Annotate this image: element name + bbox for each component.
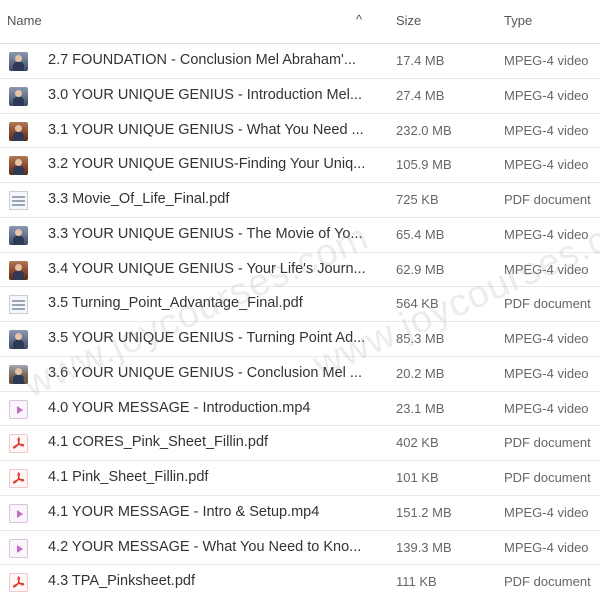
type-column-header[interactable]: Type bbox=[504, 13, 532, 28]
video-thumbnail-icon bbox=[9, 225, 28, 245]
file-row[interactable]: 4.2 YOUR MESSAGE - What You Need to Kno.… bbox=[0, 531, 600, 566]
video-file-icon bbox=[9, 538, 28, 558]
file-name[interactable]: 2.7 FOUNDATION - Conclusion Mel Abraham'… bbox=[48, 52, 378, 68]
file-name[interactable]: 3.0 YOUR UNIQUE GENIUS - Introduction Me… bbox=[48, 87, 378, 103]
file-type: PDF document bbox=[504, 574, 591, 590]
file-size: 232.0 MB bbox=[396, 122, 452, 138]
file-type: MPEG-4 video bbox=[504, 122, 589, 138]
file-row[interactable]: 2.7 FOUNDATION - Conclusion Mel Abraham'… bbox=[0, 44, 600, 79]
video-file-icon bbox=[9, 399, 28, 419]
file-name[interactable]: 4.2 YOUR MESSAGE - What You Need to Kno.… bbox=[48, 539, 378, 555]
file-size: 105.9 MB bbox=[396, 157, 452, 173]
column-header-bar: Name ^ Size Type bbox=[0, 0, 600, 44]
file-name[interactable]: 3.3 YOUR UNIQUE GENIUS - The Movie of Yo… bbox=[48, 226, 378, 242]
sort-ascending-icon[interactable]: ^ bbox=[356, 12, 362, 27]
file-size: 65.4 MB bbox=[396, 226, 445, 242]
file-name[interactable]: 3.4 YOUR UNIQUE GENIUS - Your Life's Jou… bbox=[48, 261, 378, 277]
video-thumbnail-icon bbox=[9, 121, 28, 141]
pdf-file-icon bbox=[9, 434, 28, 454]
file-type: MPEG-4 video bbox=[504, 539, 589, 555]
file-size: 23.1 MB bbox=[396, 400, 445, 416]
file-type: PDF document bbox=[504, 192, 591, 207]
video-thumbnail-icon bbox=[9, 330, 28, 349]
file-type: MPEG-4 video bbox=[504, 504, 589, 520]
file-name[interactable]: 4.1 CORES_Pink_Sheet_Fillin.pdf bbox=[48, 434, 378, 450]
file-name[interactable]: 3.5 YOUR UNIQUE GENIUS - Turning Point A… bbox=[48, 330, 378, 346]
file-size: 139.3 MB bbox=[396, 539, 452, 555]
file-row[interactable]: 4.1 CORES_Pink_Sheet_Fillin.pdf 402 KB PDF… bbox=[0, 426, 600, 461]
file-type: MPEG-4 video bbox=[504, 87, 589, 103]
size-column-header[interactable]: Size bbox=[396, 13, 421, 28]
file-size: 101 KB bbox=[396, 470, 439, 485]
file-row[interactable]: 3.3 Movie_Of_Life_Final.pdf 725 KB PDF doc… bbox=[0, 183, 600, 218]
video-file-icon bbox=[9, 503, 28, 523]
file-name[interactable]: 4.1 YOUR MESSAGE - Intro & Setup.mp4 bbox=[48, 504, 378, 520]
file-type: MPEG-4 video bbox=[504, 261, 589, 277]
file-row[interactable]: 4.0 YOUR MESSAGE - Introduction.mp4 23.1 … bbox=[0, 392, 600, 427]
file-size: 151.2 MB bbox=[396, 504, 452, 520]
file-size: 27.4 MB bbox=[396, 87, 445, 103]
file-type: MPEG-4 video bbox=[504, 365, 589, 381]
file-type: PDF document bbox=[504, 435, 591, 451]
pdf-thumbnail-icon bbox=[9, 295, 28, 315]
file-size: 62.9 MB bbox=[396, 261, 445, 277]
file-size: 402 KB bbox=[396, 435, 439, 451]
video-thumbnail-icon bbox=[9, 260, 28, 280]
file-size: 17.4 MB bbox=[396, 53, 445, 68]
file-name[interactable]: 4.0 YOUR MESSAGE - Introduction.mp4 bbox=[48, 400, 378, 416]
pdf-thumbnail-icon bbox=[9, 191, 28, 210]
video-thumbnail-icon bbox=[9, 156, 28, 176]
file-row[interactable]: 3.4 YOUR UNIQUE GENIUS - Your Life's Jou… bbox=[0, 253, 600, 288]
file-name[interactable]: 3.6 YOUR UNIQUE GENIUS - Conclusion Mel … bbox=[48, 365, 378, 381]
name-column-header[interactable]: Name bbox=[7, 13, 42, 28]
file-type: MPEG-4 video bbox=[504, 331, 589, 346]
file-name[interactable]: 3.1 YOUR UNIQUE GENIUS - What You Need .… bbox=[48, 122, 378, 138]
file-size: 111 KB bbox=[396, 574, 437, 590]
file-row[interactable]: 3.5 Turning_Point_Advantage_Final.pdf 564… bbox=[0, 287, 600, 322]
file-row[interactable]: 3.6 YOUR UNIQUE GENIUS - Conclusion Mel … bbox=[0, 357, 600, 392]
file-type: PDF document bbox=[504, 296, 591, 312]
file-name[interactable]: 4.3 TPA_Pinksheet.pdf bbox=[48, 573, 378, 589]
file-type: MPEG-4 video bbox=[504, 400, 589, 416]
video-thumbnail-icon bbox=[9, 52, 28, 71]
file-row[interactable]: 4.1 Pink_Sheet_Fillin.pdf 101 KB PDF docum… bbox=[0, 461, 600, 496]
file-name[interactable]: 4.1 Pink_Sheet_Fillin.pdf bbox=[48, 469, 378, 485]
file-row[interactable]: 3.1 YOUR UNIQUE GENIUS - What You Need .… bbox=[0, 114, 600, 149]
file-type: MPEG-4 video bbox=[504, 157, 589, 173]
file-name[interactable]: 3.5 Turning_Point_Advantage_Final.pdf bbox=[48, 295, 378, 311]
file-type: PDF document bbox=[504, 470, 591, 485]
pdf-file-icon bbox=[9, 469, 28, 488]
file-size: 564 KB bbox=[396, 296, 439, 312]
file-row[interactable]: 3.5 YOUR UNIQUE GENIUS - Turning Point A… bbox=[0, 322, 600, 357]
file-size: 85.3 MB bbox=[396, 331, 445, 346]
file-size: 20.2 MB bbox=[396, 365, 445, 381]
file-row[interactable]: 3.2 YOUR UNIQUE GENIUS-Finding Your Uniq… bbox=[0, 148, 600, 183]
file-name[interactable]: 3.2 YOUR UNIQUE GENIUS-Finding Your Uniq… bbox=[48, 156, 378, 172]
file-row[interactable]: 4.3 TPA_Pinksheet.pdf 111 KB PDF document bbox=[0, 565, 600, 592]
file-type: MPEG-4 video bbox=[504, 226, 589, 242]
file-name[interactable]: 3.3 Movie_Of_Life_Final.pdf bbox=[48, 191, 378, 207]
pdf-file-icon bbox=[9, 573, 28, 592]
video-thumbnail-icon bbox=[9, 86, 28, 106]
file-list: 2.7 FOUNDATION - Conclusion Mel Abraham'… bbox=[0, 44, 600, 592]
file-row[interactable]: 3.0 YOUR UNIQUE GENIUS - Introduction Me… bbox=[0, 79, 600, 114]
file-size: 725 KB bbox=[396, 192, 439, 207]
file-row[interactable]: 4.1 YOUR MESSAGE - Intro & Setup.mp4 151.… bbox=[0, 496, 600, 531]
file-type: MPEG-4 video bbox=[504, 53, 589, 68]
file-row[interactable]: 3.3 YOUR UNIQUE GENIUS - The Movie of Yo… bbox=[0, 218, 600, 253]
video-thumbnail-icon bbox=[9, 364, 28, 384]
